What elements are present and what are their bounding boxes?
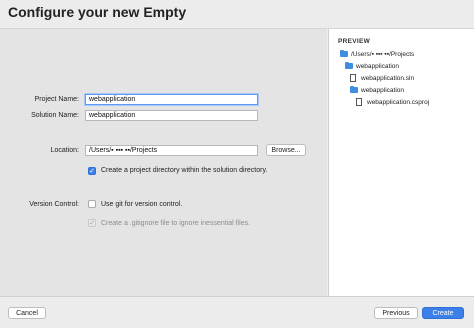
use-git-checkbox[interactable] (88, 200, 96, 208)
solution-name-label: Solution Name: (31, 112, 79, 119)
window-title: Configure your new Empty (8, 4, 187, 20)
tree-item-label: webapplication (356, 63, 400, 70)
tree-item-label: webapplication (361, 87, 405, 94)
footer: Cancel Previous Create (0, 296, 474, 328)
location-label: Location: (50, 147, 79, 154)
location-field[interactable]: /Users/▪ ▪▪▪ ▪▪/Projects (85, 145, 258, 156)
tree-item-label: webapplication.csproj (367, 99, 430, 106)
browse-button[interactable]: Browse... (266, 144, 306, 156)
cancel-button[interactable]: Cancel (8, 307, 46, 319)
tree-item-label: webapplication.sln (361, 75, 415, 82)
project-name-label: Project Name: (34, 96, 79, 103)
gitignore-label: Create a .gitignore file to ignore iness… (101, 220, 251, 227)
tree-item-label: /Users/▪ ▪▪▪ ▪▪/Projects (351, 51, 415, 58)
checkmark-icon: ✓ (89, 168, 95, 175)
checkmark-icon: ✓ (89, 220, 95, 227)
solution-name-field[interactable]: webapplication (85, 110, 258, 121)
version-control-label: Version Control: (29, 201, 79, 208)
folder-icon (350, 85, 358, 93)
gitignore-checkbox[interactable]: ✓ (88, 219, 96, 227)
preview-panel: PREVIEW /Users/▪ ▪▪▪ ▪▪/Projects webappl… (328, 28, 474, 297)
folder-icon (340, 49, 348, 57)
create-directory-checkbox[interactable]: ✓ (88, 167, 96, 175)
create-directory-label: Create a project directory within the so… (101, 167, 268, 174)
create-button[interactable]: Create (422, 307, 464, 319)
file-icon (350, 74, 356, 82)
file-icon (356, 98, 362, 106)
preview-title: PREVIEW (338, 38, 371, 45)
form-panel: Project Name: webapplication Solution Na… (0, 28, 327, 297)
use-git-label: Use git for version control. (101, 201, 183, 208)
previous-button[interactable]: Previous (374, 307, 418, 319)
project-name-field[interactable]: webapplication (85, 94, 258, 105)
folder-icon (345, 61, 353, 69)
